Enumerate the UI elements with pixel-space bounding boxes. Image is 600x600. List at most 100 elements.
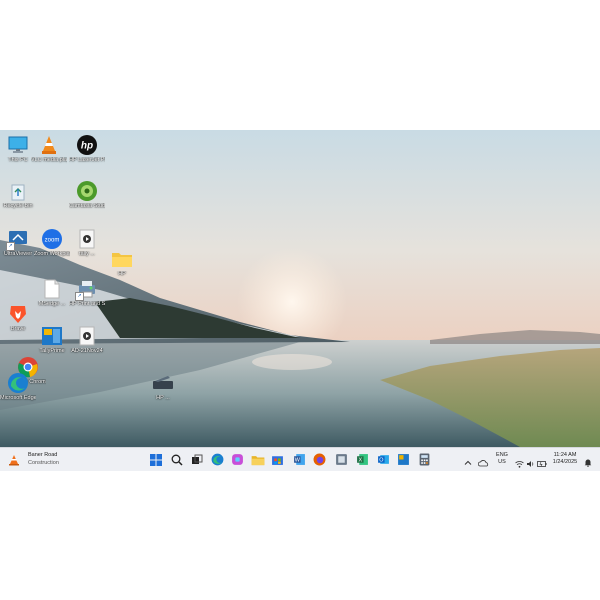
desktop-icon-label: Brave (10, 326, 26, 332)
desktop-icon-ultraviewer[interactable]: ↗ UltraViewer (0, 228, 36, 258)
app-outlook[interactable]: O (376, 452, 391, 467)
clock-date: 1/24/2025 (552, 459, 578, 465)
volume-icon[interactable] (526, 455, 535, 467)
desktop-icon-label: UltraViewer (3, 251, 33, 257)
start-button[interactable] (148, 452, 163, 467)
desktop-icon-label: AD-21Nov24 (71, 348, 103, 354)
edge-icon (7, 372, 29, 394)
desktop-icon-hp-folder[interactable]: HP (104, 248, 140, 278)
scanner-icon (336, 454, 347, 465)
app-excel[interactable]: X (355, 452, 370, 467)
desktop-icon-label: TallyPrime (39, 348, 65, 354)
svg-text:X: X (359, 458, 363, 464)
shortcut-arrow-icon: ↗ (6, 242, 15, 251)
desktop-icon-tally-video[interactable]: tally ... (69, 228, 105, 258)
app-file-explorer[interactable] (250, 452, 265, 467)
folder-icon (111, 248, 133, 270)
traffic-cone-icon (8, 453, 20, 471)
weather-text: Baner Road Construction (28, 451, 59, 467)
desktop-icon-brave[interactable]: Brave (0, 303, 36, 333)
onedrive-cloud-icon[interactable] (477, 454, 489, 467)
zoom-icon: zoom (41, 228, 63, 250)
weather-title: Baner Road (28, 452, 58, 458)
desktop[interactable]: This PC VLC media player hp HP LaserJet … (0, 130, 600, 470)
monitor-icon (7, 134, 29, 156)
tallyprime-icon (41, 325, 63, 347)
svg-text:zoom: zoom (45, 238, 60, 244)
desktop-icon-hp-scan[interactable]: HP ... (145, 372, 181, 402)
desktop-icon-camtasia[interactable]: Camtasia Studio 8 (69, 180, 105, 210)
desktop-icon-ad-21nov24[interactable]: AD-21Nov24 (69, 325, 105, 355)
hp-print-doctor-icon: ↗ (75, 278, 98, 301)
desktop-icon-label: VLC media player (31, 157, 67, 163)
taskbar: Baner Road Construction W X O ENG US 11:… (0, 447, 600, 471)
firefox-icon (313, 453, 326, 466)
language-code: ENG (496, 452, 508, 458)
ultraviewer-icon: ↗ (6, 228, 29, 251)
task-view-icon (191, 454, 202, 464)
app-copilot[interactable] (230, 452, 245, 467)
app-store[interactable] (270, 452, 285, 467)
desktop-icon-edge[interactable]: Microsoft Edge (0, 372, 36, 402)
desktop-icon-tallyprime[interactable]: TallyPrime (34, 325, 70, 355)
desktop-icon-hp-laserjet[interactable]: hp HP LaserJet Pro MFP ... (69, 134, 105, 164)
desktop-icon-label: MSedge ... (38, 301, 66, 307)
desktop-icon-label: HP LaserJet Pro MFP ... (69, 157, 105, 163)
video-file-icon (76, 228, 98, 250)
app-word[interactable]: W (292, 452, 307, 467)
desktop-icon-label: HP (118, 271, 126, 277)
battery-icon[interactable] (537, 455, 547, 467)
edge-icon (211, 453, 224, 466)
svg-text:hp: hp (81, 141, 93, 152)
desktop-icon-label: HP ... (156, 395, 170, 401)
desktop-icon-msedge-doc[interactable]: MSedge ... (34, 278, 70, 308)
app-calculator[interactable] (417, 452, 432, 467)
hp-logo-icon: hp (76, 134, 98, 156)
app-scanner[interactable] (334, 452, 349, 467)
folder-icon (251, 455, 264, 465)
desktop-icon-label: Camtasia Studio 8 (69, 203, 105, 209)
camtasia-icon (76, 180, 98, 202)
windows-logo-icon (149, 453, 162, 466)
desktop-icon-zoom[interactable]: zoom Zoom Workplace (34, 228, 70, 258)
wifi-icon[interactable] (515, 455, 524, 468)
svg-text:W: W (295, 458, 301, 464)
task-view-button[interactable] (189, 452, 204, 467)
clock[interactable]: 11:24 AM 1/24/2025 (549, 452, 581, 466)
vlc-cone-icon (38, 134, 60, 156)
desktop-icon-label: Microsoft Edge (0, 395, 36, 401)
tallyprime-icon (398, 454, 409, 465)
excel-icon: X (357, 454, 368, 465)
app-firefox[interactable] (312, 452, 327, 467)
scanner-icon (152, 372, 174, 394)
store-icon (272, 456, 283, 465)
desktop-icon-label: Zoom Workplace (34, 251, 70, 257)
clock-time: 11:24 AM (553, 452, 577, 458)
region-code: US (498, 459, 506, 465)
weather-widget[interactable]: Baner Road Construction (4, 448, 64, 470)
copilot-icon (232, 454, 243, 465)
app-edge[interactable] (210, 452, 225, 467)
calculator-icon (419, 453, 430, 466)
desktop-icon-vlc[interactable]: VLC media player (31, 134, 67, 164)
document-icon (41, 278, 63, 300)
desktop-icon-recycle-bin[interactable]: Recycle Bin (0, 180, 36, 210)
outlook-icon: O (378, 455, 389, 464)
shortcut-arrow-icon: ↗ (75, 292, 84, 301)
recycle-bin-icon (7, 180, 29, 202)
desktop-icon-label: Recycle Bin (3, 203, 33, 209)
desktop-icon-label: HP Print and Scan Doctor (69, 301, 105, 307)
language-indicator[interactable]: ENG US (493, 452, 511, 466)
svg-text:O: O (379, 458, 383, 464)
desktop-icon-label: tally ... (79, 251, 95, 257)
word-icon: W (294, 454, 305, 465)
brave-lion-icon (7, 303, 29, 325)
desktop-icon-hp-print-scan-doctor[interactable]: ↗ HP Print and Scan Doctor (69, 278, 105, 308)
notification-bell-icon[interactable] (584, 454, 592, 467)
chevron-up-icon[interactable] (464, 454, 472, 465)
app-tally[interactable] (396, 452, 411, 467)
search-button[interactable] (169, 452, 184, 467)
search-icon (171, 454, 183, 466)
weather-subtitle: Construction (28, 460, 59, 466)
video-file-icon (76, 325, 98, 347)
